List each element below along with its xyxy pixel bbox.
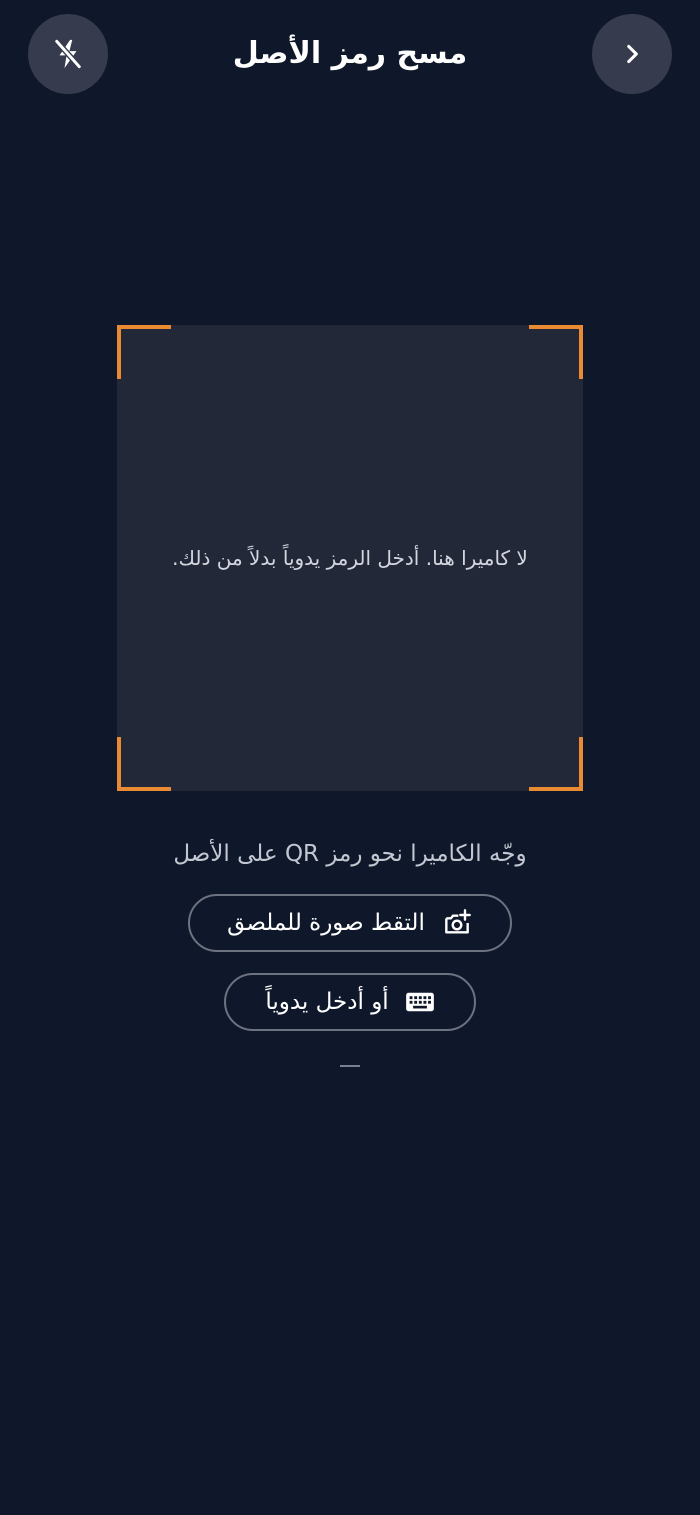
scan-hint-text: وجّه الكاميرا نحو رمز QR على الأصل (173, 841, 527, 867)
chevron-right-icon (627, 44, 638, 64)
take-label-photo-label: التقط صورة للملصق (227, 910, 425, 936)
manual-entry-label: أو أدخل يدوياً (265, 989, 389, 1015)
viewfinder-corner-bottom-left (117, 737, 171, 791)
manual-entry-button[interactable]: أو أدخل يدوياً (224, 973, 476, 1031)
flash-off-icon (53, 38, 83, 70)
take-label-photo-button[interactable]: التقط صورة للملصق (188, 894, 512, 952)
no-camera-message: لا كاميرا هنا. أدخل الرمز يدوياً بدلاً م… (172, 546, 528, 570)
app-header: مسح رمز الأصل (0, 0, 700, 110)
back-button[interactable] (592, 14, 672, 94)
flash-toggle-button[interactable] (28, 14, 108, 94)
viewfinder-corner-top-right (529, 325, 583, 379)
section-divider (340, 1065, 360, 1067)
scanner-viewfinder: لا كاميرا هنا. أدخل الرمز يدوياً بدلاً م… (117, 325, 583, 791)
viewfinder-corner-top-left (117, 325, 171, 379)
page-title: مسح رمز الأصل (232, 36, 468, 71)
viewfinder-corner-bottom-right (529, 737, 583, 791)
add-camera-icon (444, 909, 471, 934)
keyboard-icon (405, 992, 434, 1012)
